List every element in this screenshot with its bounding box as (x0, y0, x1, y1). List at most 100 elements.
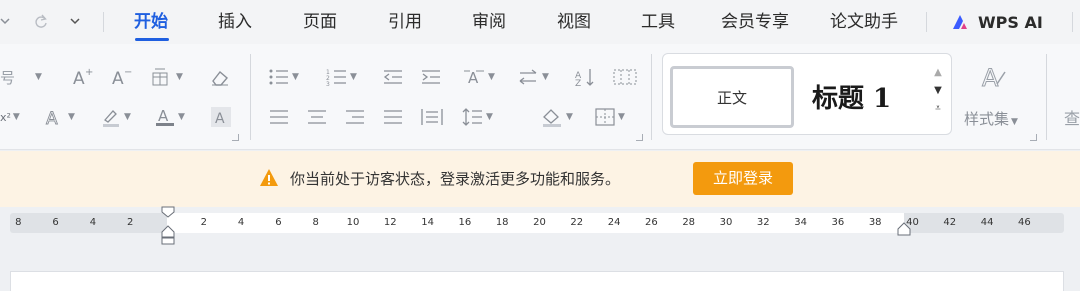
font-color-icon[interactable]: A ▼ (154, 104, 185, 130)
clear-format-icon[interactable] (208, 64, 232, 90)
svg-text:3: 3 (326, 81, 330, 86)
wps-ai-label: WPS AI (978, 12, 1043, 32)
redo-icon[interactable] (30, 10, 52, 32)
indent-markers[interactable] (160, 206, 176, 246)
find-button[interactable]: 查 (1064, 104, 1080, 130)
ruler-label: 6 (52, 217, 59, 228)
ruler-label: 26 (645, 217, 658, 228)
tab-home[interactable]: 开始 (134, 10, 168, 34)
justify-icon[interactable] (382, 104, 404, 130)
ruler-label: 46 (1018, 217, 1031, 228)
tab-view[interactable]: 视图 (557, 10, 591, 34)
shading-icon[interactable]: ▼ (540, 104, 573, 130)
align-left-icon[interactable] (268, 104, 290, 130)
tab-thesis-assistant[interactable]: 论文助手 (830, 10, 898, 34)
chevron-down-icon: ▼ (542, 72, 549, 82)
right-indent-marker[interactable] (896, 222, 912, 238)
style-set-button[interactable]: 样式集 ▼ (964, 108, 1018, 129)
superscript-icon[interactable]: x² ▼ (0, 104, 20, 130)
svg-text:Z: Z (575, 79, 581, 87)
distribute-icon[interactable] (420, 104, 444, 130)
active-tab-indicator (135, 38, 169, 41)
divider (250, 54, 251, 140)
chevron-down-icon: ▼ (488, 72, 495, 82)
svg-text:+: + (85, 67, 93, 78)
svg-text:A: A (215, 111, 225, 127)
login-button[interactable]: 立即登录 (693, 162, 793, 195)
divider (103, 12, 104, 32)
expand-styles-icon[interactable]: ⩡ (930, 100, 946, 118)
tab-insert[interactable]: 插入 (218, 10, 252, 34)
svg-text:A: A (73, 69, 85, 87)
style-set-icon[interactable]: A (962, 62, 1026, 92)
tab-member[interactable]: 会员专享 (721, 10, 789, 34)
paragraph-dialog-launcher-icon[interactable] (636, 134, 643, 141)
align-right-icon[interactable] (344, 104, 366, 130)
svg-text:A: A (468, 69, 479, 87)
character-shading-icon[interactable]: A (210, 104, 232, 130)
chevron-down-icon: ▼ (176, 72, 183, 82)
more-quick-actions-icon[interactable] (64, 10, 86, 32)
ruler-label: 20 (533, 217, 546, 228)
wps-ai-button[interactable]: WPS AI (952, 10, 1043, 34)
font-size-select[interactable]: 号 ▼ (0, 64, 42, 90)
decrease-font-icon[interactable]: A − (111, 64, 133, 90)
divider (651, 54, 652, 140)
styles-dialog-launcher-icon[interactable] (1030, 134, 1037, 141)
chevron-down-icon[interactable] (0, 10, 16, 32)
pinyin-guide-icon[interactable]: ▼ (150, 64, 183, 90)
ruler-label: 36 (831, 217, 845, 228)
svg-text:A: A (982, 64, 999, 92)
sort-icon[interactable]: AZ (574, 64, 596, 90)
chevron-down-icon: ▼ (68, 112, 75, 122)
style-heading-1[interactable]: 标题 1 (812, 78, 891, 115)
ruler-label: 12 (383, 217, 397, 228)
ruler-label: 30 (719, 217, 733, 228)
ruler-label: 16 (458, 217, 472, 228)
line-break-icon[interactable]: ▼ (518, 64, 549, 90)
ruler-label: 22 (570, 217, 584, 228)
line-spacing-icon[interactable]: ▼ (462, 104, 493, 130)
chevron-down-icon: ▼ (1011, 117, 1018, 127)
ruler-label: 28 (682, 217, 696, 228)
chevron-down-icon: ▼ (35, 72, 42, 82)
ruler-label: 2 (200, 217, 207, 228)
chevron-down-icon[interactable]: ▼ (930, 82, 946, 100)
tab-review[interactable]: 审阅 (472, 10, 506, 34)
document-page[interactable] (10, 271, 1064, 291)
increase-indent-icon[interactable] (420, 64, 442, 90)
svg-text:A: A (112, 69, 124, 87)
styles-scroll: ▲ ▼ ⩡ (930, 64, 946, 118)
font-dialog-launcher-icon[interactable] (232, 134, 239, 141)
ruler-label: 4 (89, 217, 97, 228)
text-effect-icon[interactable]: A ▼ (44, 104, 75, 130)
font-size-value: 号 (0, 68, 16, 87)
numbered-list-icon[interactable]: 123 ▼ (326, 64, 357, 90)
ruler-label: 42 (943, 217, 957, 228)
chevron-down-icon: ▼ (12, 112, 20, 122)
align-center-icon[interactable] (306, 104, 328, 130)
increase-font-icon[interactable]: A + (72, 64, 94, 90)
ruler-label: 18 (495, 217, 509, 228)
show-marks-icon[interactable] (612, 64, 638, 90)
text-direction-icon[interactable]: A ▼ (462, 64, 495, 90)
style-normal[interactable]: 正文 (670, 66, 794, 128)
borders-icon[interactable]: ▼ (594, 104, 625, 130)
ruler-label: 44 (980, 217, 994, 228)
ruler-label: 38 (868, 217, 882, 228)
tab-page[interactable]: 页面 (303, 10, 337, 34)
wps-ai-logo-icon (953, 15, 967, 29)
ruler-label: 8 (15, 217, 22, 228)
ruler-label: 2 (127, 217, 134, 228)
ruler-label: 34 (794, 217, 807, 228)
style-set-label: 样式集 (964, 110, 1010, 128)
highlight-icon[interactable]: ▼ (100, 104, 131, 130)
chevron-down-icon: ▼ (178, 112, 185, 122)
ruler-label: 4 (237, 217, 245, 228)
decrease-indent-icon[interactable] (382, 64, 404, 90)
tab-tools[interactable]: 工具 (641, 10, 675, 34)
ruler-label: 10 (346, 217, 360, 228)
chevron-up-icon[interactable]: ▲ (930, 64, 946, 82)
bullet-list-icon[interactable]: ▼ (268, 64, 299, 90)
tab-references[interactable]: 引用 (388, 10, 422, 34)
